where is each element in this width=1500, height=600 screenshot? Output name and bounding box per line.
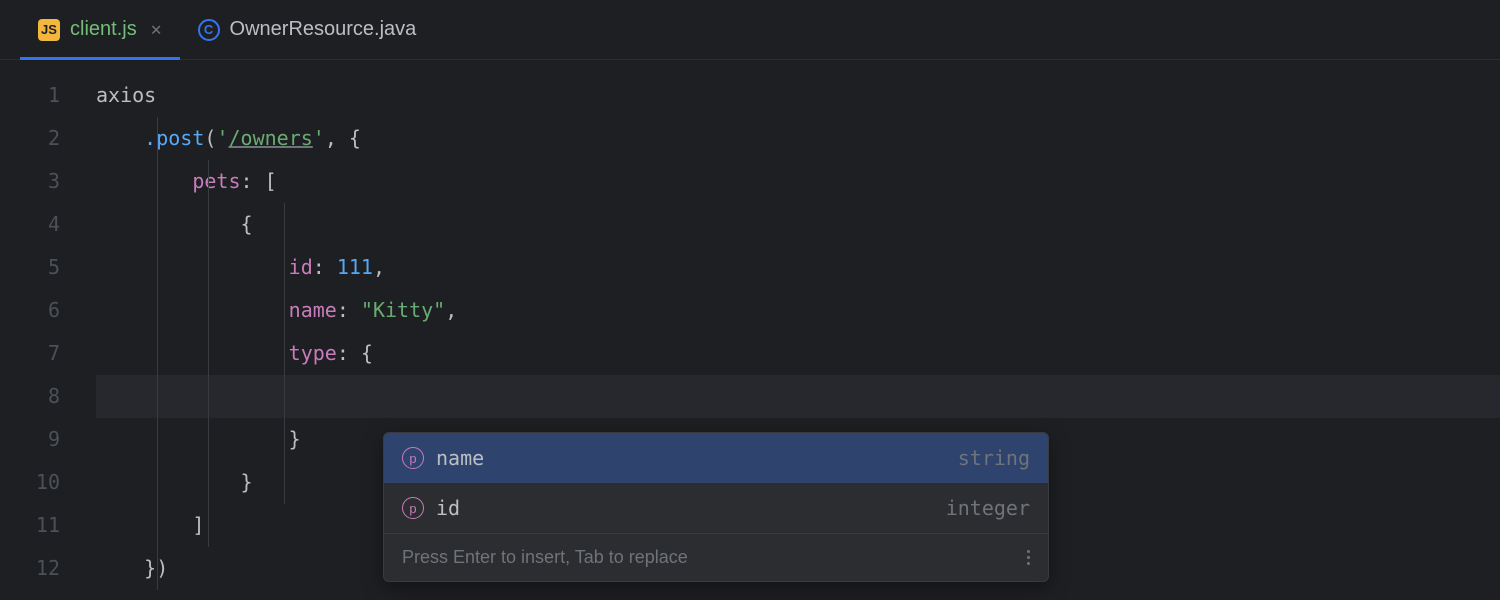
line-number: 6 xyxy=(0,289,96,332)
autocomplete-item-name[interactable]: p name string xyxy=(384,433,1048,483)
line-number: 1 xyxy=(0,74,96,117)
tab-client-js[interactable]: JS client.js ✕ xyxy=(20,0,180,59)
property-icon: p xyxy=(402,447,424,469)
property-icon: p xyxy=(402,497,424,519)
line-number: 7 xyxy=(0,332,96,375)
close-icon[interactable]: ✕ xyxy=(151,19,162,40)
code-line: type: { xyxy=(96,332,1500,375)
line-number: 10 xyxy=(0,461,96,504)
tab-label: OwnerResource.java xyxy=(230,18,417,41)
autocomplete-item-id[interactable]: p id integer xyxy=(384,483,1048,533)
line-number: 8 xyxy=(0,375,96,418)
code-line: .post('/owners', { xyxy=(96,117,1500,160)
autocomplete-label: id xyxy=(436,496,934,520)
line-number: 3 xyxy=(0,160,96,203)
tab-bar: JS client.js ✕ C OwnerResource.java xyxy=(0,0,1500,60)
code-line: { xyxy=(96,203,1500,246)
line-number: 2 xyxy=(0,117,96,160)
tab-label: client.js xyxy=(70,18,137,41)
code-line-current xyxy=(96,375,1500,418)
hint-text: Press Enter to insert, Tab to replace xyxy=(402,547,688,568)
code-line: id: 111, xyxy=(96,246,1500,289)
line-number: 5 xyxy=(0,246,96,289)
line-number: 9 xyxy=(0,418,96,461)
autocomplete-popup: p name string p id integer Press Enter t… xyxy=(383,432,1049,582)
autocomplete-label: name xyxy=(436,446,946,470)
code-line: axios xyxy=(96,74,1500,117)
autocomplete-hint: Press Enter to insert, Tab to replace xyxy=(384,533,1048,581)
autocomplete-type: string xyxy=(958,446,1030,470)
autocomplete-type: integer xyxy=(946,496,1030,520)
line-number: 12 xyxy=(0,547,96,590)
js-file-icon: JS xyxy=(38,19,60,41)
line-number: 11 xyxy=(0,504,96,547)
line-gutter: 1 2 3 4 5 6 7 8 9 10 11 12 xyxy=(0,60,96,590)
tab-owner-resource[interactable]: C OwnerResource.java xyxy=(180,0,435,59)
more-icon[interactable] xyxy=(1027,550,1030,565)
code-line: name: "Kitty", xyxy=(96,289,1500,332)
code-line: pets: [ xyxy=(96,160,1500,203)
line-number: 4 xyxy=(0,203,96,246)
java-class-icon: C xyxy=(198,19,220,41)
